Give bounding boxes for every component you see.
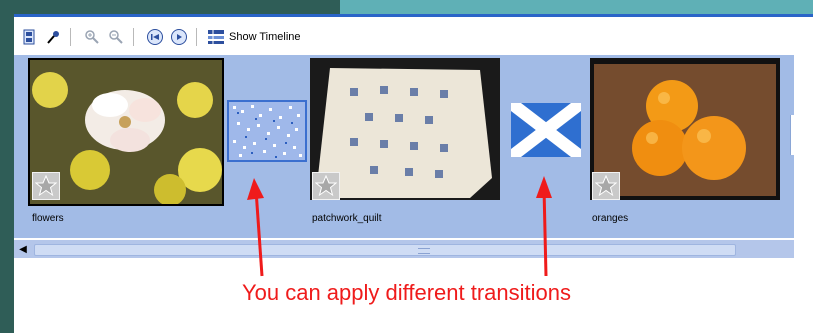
clip-flowers[interactable]: flowers [28, 58, 224, 228]
clip-oranges[interactable]: oranges [590, 58, 780, 228]
next-clip-edge [790, 115, 795, 155]
star-icon [32, 172, 60, 200]
rewind-icon[interactable] [146, 28, 164, 46]
storyboard-toolbar: Show Timeline [14, 22, 794, 52]
star-icon [312, 172, 340, 200]
storyboard-icon[interactable] [20, 28, 38, 46]
clip-label-patchwork-quilt: patchwork_quilt [312, 213, 382, 224]
slide-top-accent [340, 0, 813, 14]
clip-label-flowers: flowers [32, 213, 64, 224]
toolbar-separator [70, 28, 71, 46]
audio-icon[interactable] [44, 28, 62, 46]
horizontal-scrollbar[interactable]: ◀ [14, 240, 794, 258]
clip-patchwork-quilt[interactable]: patchwork_quilt [310, 58, 500, 228]
toolbar-separator [133, 28, 134, 46]
star-icon [592, 172, 620, 200]
zoom-out-icon[interactable] [107, 28, 125, 46]
window-top-edge [14, 14, 813, 17]
annotation-caption: You can apply different transitions [241, 280, 571, 305]
scrollbar-grip [418, 248, 430, 254]
zoom-in-icon[interactable] [83, 28, 101, 46]
scroll-left-icon[interactable]: ◀ [16, 242, 30, 256]
right-gutter [794, 55, 813, 238]
timeline-icon [208, 29, 224, 45]
transition-cross-icon[interactable] [511, 103, 581, 157]
clip-label-oranges: oranges [592, 213, 629, 224]
show-timeline-label: Show Timeline [229, 31, 301, 43]
transition-noise-icon[interactable] [227, 100, 307, 162]
scrollbar-thumb[interactable] [34, 244, 736, 256]
toolbar-separator [196, 28, 197, 46]
play-icon[interactable] [170, 28, 188, 46]
show-timeline-button[interactable]: Show Timeline [207, 29, 301, 45]
